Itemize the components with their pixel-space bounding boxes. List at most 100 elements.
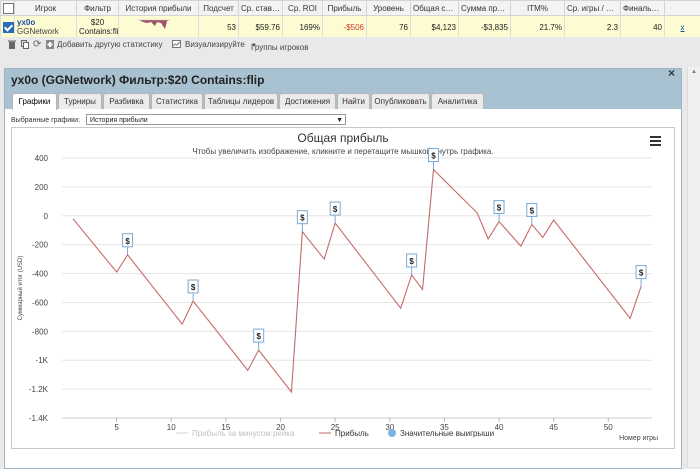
add-stat-button[interactable]: Добавить другую статистику <box>57 40 162 49</box>
avg-roi-cell: 169% <box>283 16 323 39</box>
x-tick-label: 5 <box>114 423 119 432</box>
player-groups-label: Группы игроков <box>251 43 308 52</box>
itm-cell: 21.7% <box>511 16 565 39</box>
chevron-down-icon: ▼ <box>336 115 343 126</box>
finals-cell: 40 <box>621 16 665 39</box>
big-win-marker-label: $ <box>191 283 196 292</box>
remove-row-link[interactable]: x <box>681 23 685 32</box>
x-axis-title: Номер игры <box>619 435 658 442</box>
big-win-marker-label: $ <box>409 257 414 266</box>
tab-breakdown[interactable]: Разбивка <box>103 93 150 109</box>
header-avg-roi[interactable]: Ср. ROI <box>283 1 323 16</box>
x-tick-label: 10 <box>167 423 176 432</box>
scrollbar[interactable]: ▲ <box>687 67 700 467</box>
summary-table: Игрок Фильтр История прибыли Подсчет Ср.… <box>0 0 700 39</box>
tab-find[interactable]: Найти <box>337 93 370 109</box>
select-all-checkbox[interactable] <box>3 3 14 14</box>
refresh-icon[interactable]: ⟳ <box>33 39 41 50</box>
profit-sparkline-cell[interactable] <box>119 16 199 39</box>
big-win-marker-label: $ <box>333 205 338 214</box>
header-prize-sum[interactable]: Сумма призов <box>459 1 511 16</box>
chart-select[interactable]: История прибыли ▼ <box>86 114 346 125</box>
legend-rake-label: Прибыль за минусом рейка <box>192 429 295 438</box>
games-per-day-cell: 2.3 <box>565 16 621 39</box>
player-name-link[interactable]: yx0o <box>17 18 74 27</box>
chart-container[interactable]: Общая прибыль Чтобы увеличить изображение… <box>11 127 675 449</box>
player-cell[interactable]: yx0o GGNetwork <box>15 16 77 39</box>
filter-cell: $20 Contains:flip <box>77 16 119 39</box>
selected-charts-label: Выбранные графики: <box>11 117 80 124</box>
header-total-stake[interactable]: Общая ставка <box>411 1 459 16</box>
big-win-marker-label: $ <box>300 214 305 223</box>
tab-charts[interactable]: Графики <box>12 93 57 110</box>
copy-icon[interactable] <box>21 40 29 51</box>
chart-title: Общая прибыль <box>297 131 388 145</box>
visualize-button[interactable]: Визуализируйте <box>185 40 245 49</box>
big-win-marker-label: $ <box>256 332 261 341</box>
header-player[interactable]: Игрок <box>15 1 77 16</box>
profit-series-line <box>73 170 641 392</box>
trash-icon[interactable] <box>8 40 16 51</box>
chart-select-value: История прибыли <box>90 117 148 124</box>
table-row[interactable]: yx0o GGNetwork $20 Contains:flip 53 $59.… <box>1 16 700 39</box>
header-itm[interactable]: ITM% <box>511 1 565 16</box>
y-tick-label: 400 <box>35 154 49 163</box>
legend-bigwin-label: Значительные выигрыши <box>400 429 494 438</box>
header-count[interactable]: Подсчет <box>199 1 239 16</box>
y-tick-label: 200 <box>35 183 49 192</box>
avg-stake-cell: $59.76 <box>239 16 283 39</box>
tab-analytics[interactable]: Аналитика <box>431 93 484 109</box>
row-select[interactable] <box>1 16 15 39</box>
player-network: GGNetwork <box>17 27 74 36</box>
profit-chart[interactable]: Общая прибыль Чтобы увеличить изображение… <box>12 128 674 448</box>
chart-menu-icon[interactable] <box>650 136 661 146</box>
header-avg-stake[interactable]: Ср. ставка <box>239 1 283 16</box>
header-games-per-day[interactable]: Ср. игры / день <box>565 1 621 16</box>
header-select[interactable] <box>1 1 15 16</box>
y-tick-label: -600 <box>32 298 49 307</box>
prize-sum-cell: -$3,835 <box>459 16 511 39</box>
filter-line-1: $20 <box>79 18 116 27</box>
tab-leaderboards[interactable]: Таблицы лидеров <box>204 93 278 109</box>
x-tick-label: 45 <box>549 423 558 432</box>
y-tick-label: -400 <box>32 270 49 279</box>
y-tick-label: -1.2K <box>29 385 49 394</box>
player-groups-dropdown[interactable]: Группы игроков ▼ <box>251 40 257 49</box>
add-stat-icon[interactable] <box>46 40 54 51</box>
row-checkbox[interactable] <box>3 22 14 33</box>
header-profit-history[interactable]: История прибыли <box>119 1 199 16</box>
close-panel-button[interactable]: × <box>668 66 696 80</box>
big-win-marker-label: $ <box>431 152 436 161</box>
header-level[interactable]: Уровень <box>367 1 411 16</box>
toolbar: ⟳ Добавить другую статистику Визуализиру… <box>0 37 700 53</box>
player-panel: yx0o (GGNetwork) Фильтр:$20 Contains:fli… <box>4 68 682 469</box>
profit-cell: -$506 <box>323 16 367 39</box>
big-win-marker-label: $ <box>639 269 644 278</box>
x-tick-label: 40 <box>495 423 504 432</box>
big-win-marker-label: $ <box>125 237 130 246</box>
tab-statistics[interactable]: Статистика <box>151 93 203 109</box>
y-tick-label: 0 <box>44 212 49 221</box>
y-tick-label: -1.4K <box>29 414 49 423</box>
profit-sparkline <box>121 17 197 35</box>
chart-icon[interactable] <box>172 40 181 50</box>
chart-subtitle: Чтобы увеличить изображение, кликните и … <box>192 147 493 156</box>
big-win-marker-label: $ <box>497 204 502 213</box>
big-win-marker-label: $ <box>530 206 535 215</box>
y-tick-label: -200 <box>32 241 49 250</box>
panel-title-bar: yx0o (GGNetwork) Фильтр:$20 Contains:fli… <box>5 69 681 91</box>
tab-achievements[interactable]: Достижения <box>279 93 336 109</box>
header-finals[interactable]: Финальные <box>621 1 665 16</box>
legend-bigwin-swatch <box>388 429 396 437</box>
header-filter[interactable]: Фильтр <box>77 1 119 16</box>
tab-publish[interactable]: Опубликовать <box>371 93 430 109</box>
y-tick-label: -800 <box>32 327 49 336</box>
tab-tournaments[interactable]: Турниры <box>58 93 102 109</box>
tabs-bar: Графики Турниры Разбивка Статистика Табл… <box>5 91 681 109</box>
count-cell: 53 <box>199 16 239 39</box>
header-blank <box>665 1 700 16</box>
remove-row-cell[interactable]: x <box>665 16 700 39</box>
y-tick-label: -1K <box>36 356 49 365</box>
x-tick-label: 50 <box>604 423 613 432</box>
header-profit[interactable]: Прибыль <box>323 1 367 16</box>
